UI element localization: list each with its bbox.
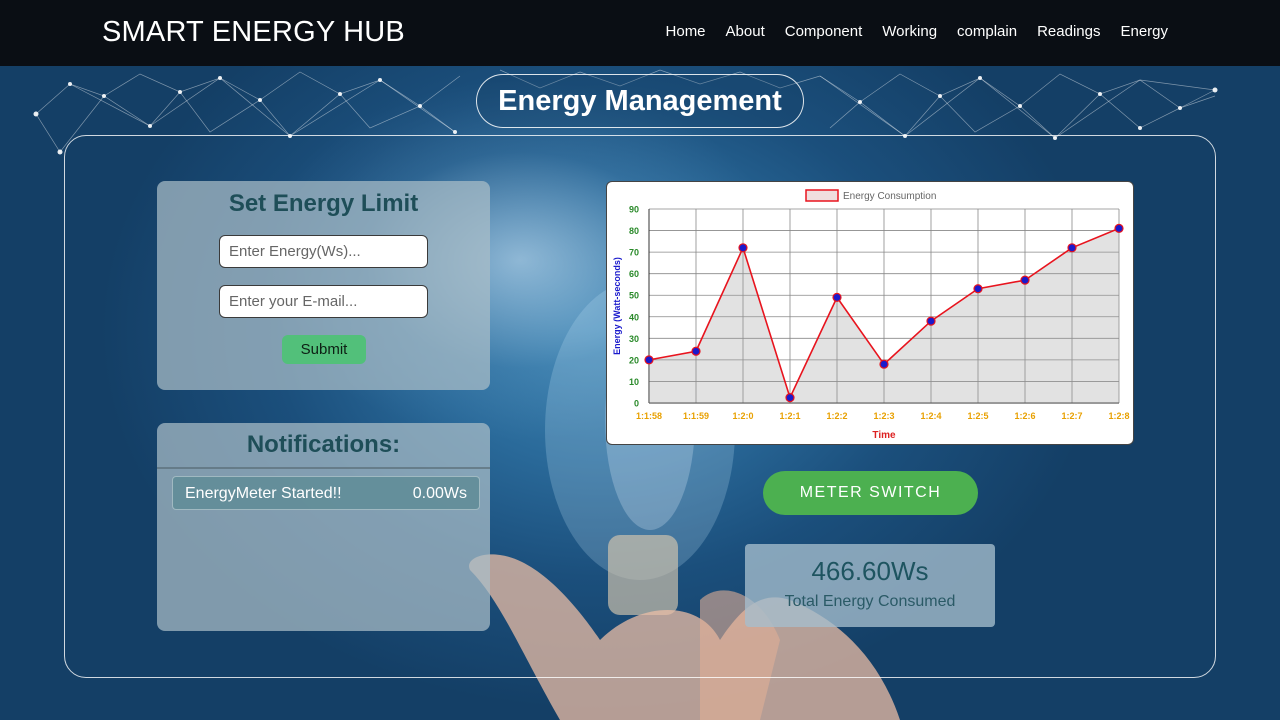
chart-data-point [926,316,936,326]
energy-limit-panel: Set Energy Limit Submit [157,181,490,390]
nav-link-complain[interactable]: complain [957,23,1017,40]
chart-ytick-label: 30 [629,334,639,344]
chart-data-point [1067,243,1077,253]
chart-ytick-label: 0 [634,399,639,409]
notification-item: EnergyMeter Started!! 0.00Ws [172,476,480,510]
chart-data-point [879,359,889,369]
chart-xtick-label: 1:2:5 [967,411,988,421]
chart-data-point [785,393,795,403]
energy-limit-input[interactable] [219,235,428,268]
nav-link-working[interactable]: Working [882,23,937,40]
chart-xtick-label: 1:2:2 [826,411,847,421]
total-energy-label: Total Energy Consumed [784,593,956,610]
chart-data-point [644,355,654,365]
nav-link-readings[interactable]: Readings [1037,23,1100,40]
chart-data-point [1114,223,1124,234]
chart-data-point [691,346,701,356]
nav-link-energy[interactable]: Energy [1120,23,1168,40]
total-energy-value: 466.60Ws [811,556,929,586]
chart-xaxis-label: Time [872,430,896,441]
nav-link-home[interactable]: Home [666,23,706,40]
chart-ytick-label: 10 [629,377,639,387]
chart-xtick-label: 1:1:58 [636,411,662,421]
energy-limit-title: Set Energy Limit [228,190,419,217]
nav-link-about[interactable]: About [726,23,765,40]
chart-ytick-label: 80 [629,226,639,236]
chart-data-point [738,243,748,253]
chart-xtick-label: 1:2:7 [1061,411,1082,421]
notifications-title: Notifications: [246,431,401,458]
chart-data-point [1020,275,1030,285]
chart-xtick-label: 1:2:3 [873,411,894,421]
chart-ytick-label: 40 [629,312,639,322]
chart-data-point [973,284,983,294]
chart-svg: 0 10 20 30 40 50 60 70 80 90 1:1:58 1:1:59 1:2:0 1:2:… [612,189,1130,441]
chart-ytick-label: 70 [629,248,639,258]
notifications-panel: Notifications: EnergyMeter Started!! 0.0… [157,423,490,631]
meter-switch-button[interactable]: METER SWITCH [763,471,978,515]
chart-ytick-label: 20 [629,355,639,365]
submit-button[interactable]: Submit [282,335,366,364]
chart-ytick-label: 50 [629,291,639,301]
top-navbar: SMART ENERGY HUB Home About Component Wo… [0,0,1280,66]
notification-message: EnergyMeter Started!! [185,485,342,502]
chart-ytick-label: 90 [629,205,639,215]
total-energy-card: 466.60Ws Total Energy Consumed [745,544,995,627]
energy-consumption-chart: 0 10 20 30 40 50 60 70 80 90 1:1:58 1:1:59 1:2:0 1:2:… [606,181,1134,445]
chart-legend-label: Energy Consumption [843,191,936,202]
chart-legend-swatch [805,189,839,202]
nav-links: Home About Component Working complain Re… [666,23,1168,40]
nav-link-component[interactable]: Component [785,23,863,40]
page-title: Energy Management [476,74,804,128]
chart-xtick-label: 1:2:6 [1014,411,1035,421]
chart-xtick-label: 1:1:59 [683,411,709,421]
chart-xtick-label: 1:2:8 [1108,411,1129,421]
chart-xtick-label: 1:2:1 [779,411,800,421]
chart-data-point [832,292,842,302]
brand-logo-text[interactable]: SMART ENERGY HUB [102,16,405,49]
chart-ytick-label: 60 [629,269,639,279]
email-input[interactable] [219,285,428,318]
notification-value: 0.00Ws [412,485,467,502]
chart-xtick-label: 1:2:4 [920,411,941,421]
chart-yaxis-label: Energy (Watt-seconds) [612,257,622,355]
notifications-divider [157,467,490,469]
chart-xtick-label: 1:2:0 [732,411,753,421]
